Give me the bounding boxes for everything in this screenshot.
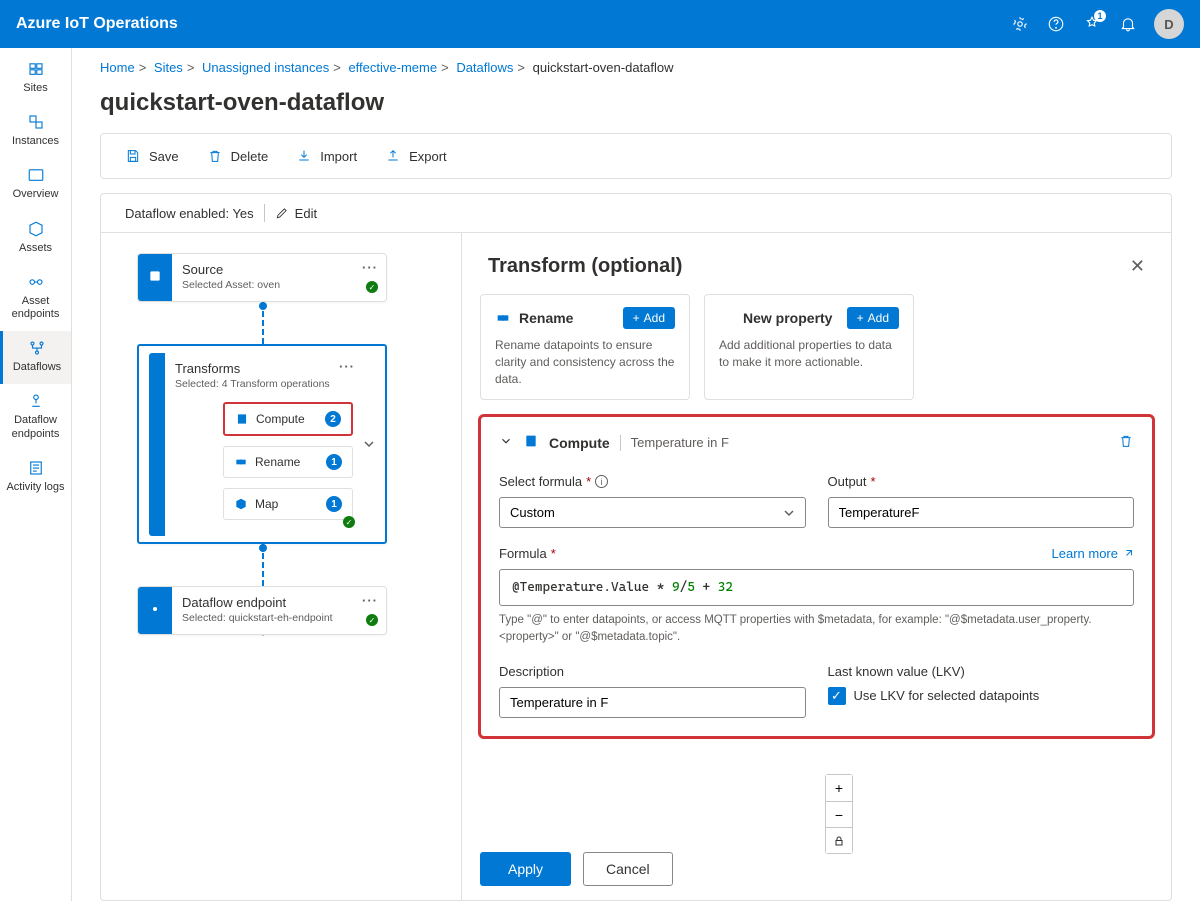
newprop-card: New property+ Add Add additional propert…	[704, 294, 914, 400]
status-ok-icon	[366, 281, 378, 293]
rail-activity-logs[interactable]: Activity logs	[0, 451, 71, 504]
output-input[interactable]	[828, 497, 1135, 528]
export-button[interactable]: Export	[385, 148, 447, 164]
close-icon[interactable]: ✕	[1130, 256, 1145, 277]
more-icon[interactable]: ···	[362, 260, 378, 275]
canvas: Dataflow enabled: Yes Edit Source Select…	[100, 193, 1172, 901]
flow-diagram: Source Selected Asset: oven ··· Transfor…	[101, 233, 461, 900]
description-label: Description	[499, 664, 806, 679]
crumb-instance[interactable]: effective-meme	[348, 60, 437, 75]
avatar[interactable]: D	[1154, 9, 1184, 39]
page-title: quickstart-oven-dataflow	[100, 89, 1172, 117]
apply-button[interactable]: Apply	[480, 852, 571, 886]
rail-assets[interactable]: Assets	[0, 212, 71, 265]
add-newprop-button[interactable]: + Add	[847, 307, 899, 329]
brand: Azure IoT Operations	[16, 15, 178, 33]
transform-compute[interactable]: Compute2	[223, 402, 353, 436]
rail-dataflow-endpoints[interactable]: Dataflow endpoints	[0, 384, 71, 450]
info-icon[interactable]: i	[595, 475, 608, 488]
rename-card: Rename+ Add Rename datapoints to ensure …	[480, 294, 690, 400]
transform-map[interactable]: Map1	[223, 488, 353, 520]
lkv-label: Last known value (LKV)	[828, 664, 1135, 679]
app-header: Azure IoT Operations 1 D	[0, 0, 1200, 48]
crumb-current: quickstart-oven-dataflow	[533, 60, 674, 75]
compute-section: Compute Temperature in F Select formula …	[478, 414, 1155, 738]
rail-overview[interactable]: Overview	[0, 158, 71, 211]
import-button[interactable]: Import	[296, 148, 357, 164]
cancel-button[interactable]: Cancel	[583, 852, 673, 886]
bell-icon[interactable]	[1110, 6, 1146, 42]
rail-asset-endpoints[interactable]: Asset endpoints	[0, 265, 71, 331]
select-formula-label: Select formula * i	[499, 474, 806, 489]
delete-button[interactable]: Delete	[207, 148, 269, 164]
nav-rail: Sites Instances Overview Assets Asset en…	[0, 48, 72, 901]
enabled-label: Dataflow enabled: Yes	[125, 206, 254, 221]
add-rename-button[interactable]: + Add	[623, 307, 675, 329]
learn-more-link[interactable]: Learn more	[1052, 546, 1134, 561]
status-ok-icon	[366, 614, 378, 626]
feedback-icon[interactable]: 1	[1074, 6, 1110, 42]
formula-hint: Type "@" to enter datapoints, or access …	[499, 612, 1134, 645]
side-panel: Transform (optional) ✕ Rename+ Add Renam…	[461, 233, 1171, 900]
gear-icon[interactable]	[1002, 6, 1038, 42]
crumb-sites[interactable]: Sites	[154, 60, 183, 75]
node-endpoint[interactable]: Dataflow endpoint Selected: quickstart-e…	[137, 586, 387, 635]
lkv-checkbox[interactable]: ✓	[828, 687, 846, 705]
node-transforms[interactable]: Transforms Selected: 4 Transform operati…	[137, 344, 387, 544]
formula-input[interactable]: @Temperature.Value * 9/5 + 32	[499, 569, 1134, 606]
rail-instances[interactable]: Instances	[0, 105, 71, 158]
breadcrumb: Home> Sites> Unassigned instances> effec…	[100, 60, 1172, 75]
formula-label: Formula *	[499, 546, 556, 561]
notif-badge: 1	[1094, 10, 1106, 22]
rail-sites[interactable]: Sites	[0, 52, 71, 105]
crumb-home[interactable]: Home	[100, 60, 135, 75]
help-icon[interactable]	[1038, 6, 1074, 42]
output-label: Output *	[828, 474, 1135, 489]
more-icon[interactable]: ···	[362, 593, 378, 608]
transform-rename[interactable]: Rename1	[223, 446, 353, 478]
panel-title: Transform (optional)	[488, 255, 682, 278]
edit-button[interactable]: Edit	[275, 206, 317, 221]
node-source[interactable]: Source Selected Asset: oven ···	[137, 253, 387, 302]
main-content: Home> Sites> Unassigned instances> effec…	[72, 48, 1200, 901]
delete-compute-button[interactable]	[1118, 433, 1134, 452]
compute-icon	[523, 433, 539, 452]
rail-dataflows[interactable]: Dataflows	[0, 331, 71, 384]
select-formula-dropdown[interactable]: Custom	[499, 497, 806, 528]
status-ok-icon	[343, 516, 355, 528]
toolbar: Save Delete Import Export	[100, 133, 1172, 179]
more-icon[interactable]: ···	[339, 359, 355, 374]
crumb-unassigned[interactable]: Unassigned instances	[202, 60, 329, 75]
crumb-dataflows[interactable]: Dataflows	[456, 60, 513, 75]
description-input[interactable]	[499, 687, 806, 718]
chevron-down-icon[interactable]	[499, 434, 513, 451]
lkv-checkbox-label: Use LKV for selected datapoints	[854, 688, 1040, 703]
save-button[interactable]: Save	[125, 148, 179, 164]
